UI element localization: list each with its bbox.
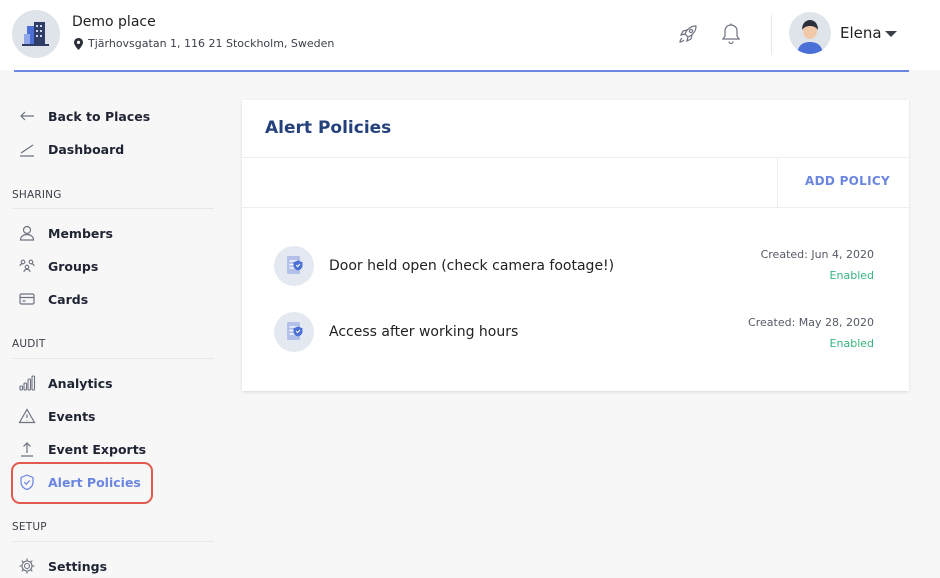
- toolbar-divider: [777, 158, 778, 207]
- sidebar-item-label: Cards: [48, 291, 89, 307]
- sidebar-item-events[interactable]: Events: [18, 405, 95, 427]
- sidebar-item-label: Events: [48, 408, 96, 424]
- group-icon: [19, 259, 35, 273]
- card-icon: [19, 293, 35, 305]
- sidebar-item-analytics[interactable]: Analytics: [18, 372, 113, 394]
- section-divider: [12, 208, 214, 209]
- policy-row[interactable]: Access after working hours Created: May …: [242, 304, 909, 360]
- policy-status: Enabled: [829, 337, 874, 350]
- gear-icon: [19, 558, 35, 574]
- policy-document-icon: [274, 246, 314, 286]
- user-avatar[interactable]: [789, 12, 831, 54]
- back-to-places-label: Back to Places: [48, 108, 151, 124]
- policy-row[interactable]: Door held open (check camera footage!) C…: [242, 238, 909, 294]
- card-divider: [242, 157, 909, 158]
- rocket-icon[interactable]: [676, 22, 700, 46]
- policy-created-date: Created: May 28, 2020: [748, 316, 874, 329]
- page-title: Alert Policies: [265, 118, 392, 138]
- sidebar-item-label: Dashboard: [48, 141, 125, 157]
- user-icon: [19, 225, 35, 241]
- sidebar-item-cards[interactable]: Cards: [18, 288, 88, 310]
- notifications-bell-icon[interactable]: [720, 22, 742, 46]
- chevron-down-icon[interactable]: [884, 29, 898, 39]
- sidebar-item-groups[interactable]: Groups: [18, 255, 98, 277]
- chart-line-icon: [20, 144, 34, 157]
- alert-policies-card: Alert Policies ADD POLICY Door held open…: [242, 100, 909, 391]
- header-accent-line: [14, 70, 909, 72]
- back-to-places-link[interactable]: Back to Places: [18, 105, 150, 127]
- sidebar-item-settings[interactable]: Settings: [18, 555, 107, 577]
- sidebar-item-dashboard[interactable]: Dashboard: [18, 138, 124, 160]
- sidebar-item-label: Groups: [48, 258, 99, 274]
- place-name: Demo place: [72, 14, 156, 30]
- header-divider: [771, 15, 772, 55]
- sidebar-item-label: Settings: [48, 558, 108, 574]
- sidebar-item-label: Analytics: [48, 375, 113, 391]
- policy-name: Access after working hours: [329, 324, 519, 340]
- user-name[interactable]: Elena: [840, 24, 882, 42]
- policy-name: Door held open (check camera footage!): [329, 258, 615, 274]
- policy-created-date: Created: Jun 4, 2020: [760, 248, 874, 261]
- sidebar-item-label: Event Exports: [48, 441, 147, 457]
- policy-document-icon: [274, 312, 314, 352]
- bar-chart-icon: [19, 375, 36, 391]
- place-building-icon[interactable]: [12, 10, 60, 58]
- section-label-audit: AUDIT: [12, 338, 46, 350]
- arrow-left-icon: [20, 111, 34, 121]
- section-label-setup: SETUP: [12, 521, 47, 533]
- section-label-sharing: SHARING: [12, 189, 62, 201]
- sidebar-item-label: Members: [48, 225, 113, 241]
- policy-status: Enabled: [829, 269, 874, 282]
- place-address-text: Tjärhovsgatan 1, 116 21 Stockholm, Swede…: [88, 37, 335, 50]
- place-address: Tjärhovsgatan 1, 116 21 Stockholm, Swede…: [74, 37, 334, 50]
- sidebar-item-members[interactable]: Members: [18, 222, 113, 244]
- upload-icon: [21, 442, 33, 457]
- warning-triangle-icon: [18, 408, 36, 424]
- add-policy-button[interactable]: ADD POLICY: [805, 174, 890, 188]
- sidebar-item-event-exports[interactable]: Event Exports: [18, 438, 146, 460]
- highlight-annotation: [11, 462, 153, 504]
- card-divider: [242, 207, 909, 208]
- top-bar: Demo place Tjärhovsgatan 1, 116 21 Stock…: [0, 0, 940, 70]
- section-divider: [12, 358, 214, 359]
- location-pin-icon: [74, 37, 83, 50]
- section-divider: [12, 541, 214, 542]
